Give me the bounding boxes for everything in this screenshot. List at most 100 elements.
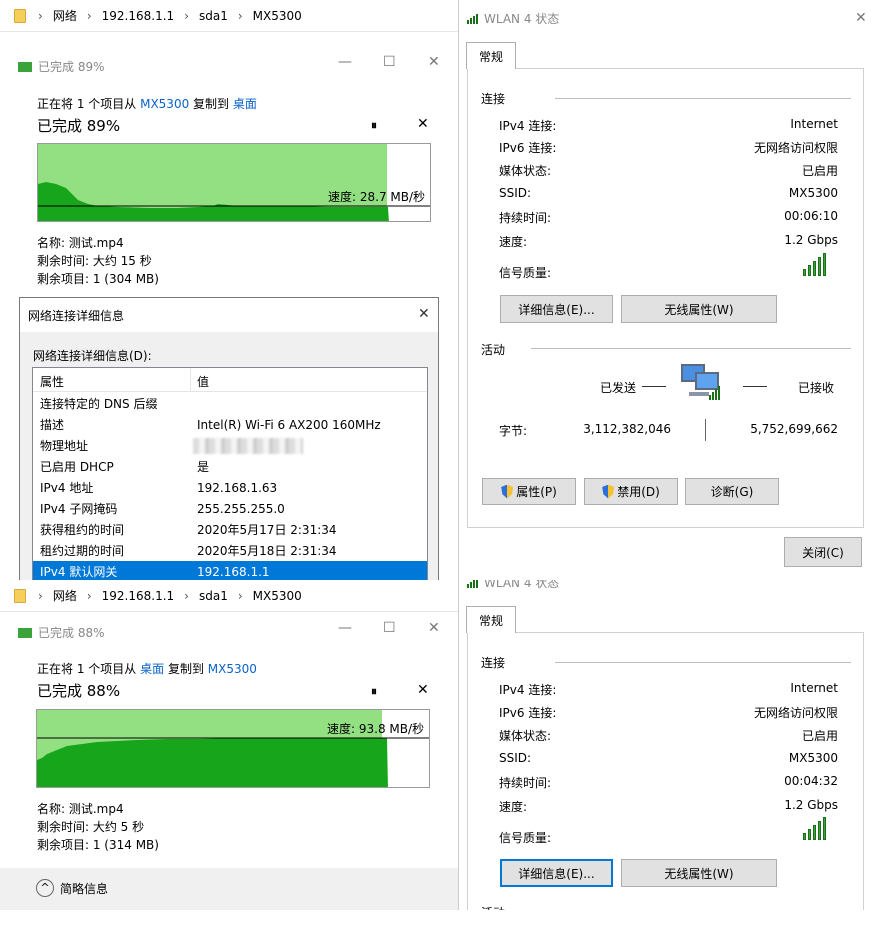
breadcrumb: › 网络 › 192.168.1.1 › sda1 › MX5300 xyxy=(0,0,458,32)
details-dialog: 网络连接详细信息 ✕ 网络连接详细信息(D): 属性 值 连接特定的 DNS 后… xyxy=(19,297,439,580)
details-list-label: 网络连接详细信息(D): xyxy=(33,349,152,363)
group-activity-label: 活动 xyxy=(481,904,505,910)
received-label: 已接收 xyxy=(798,381,835,395)
cancel-button[interactable]: ✕ xyxy=(417,116,429,132)
details-button[interactable]: 详细信息(E)... xyxy=(500,859,613,887)
wireless-properties-button[interactable]: 无线属性(W) xyxy=(621,859,777,887)
ssid-label: SSID: xyxy=(499,751,532,765)
copy-icon xyxy=(18,627,32,638)
list-item[interactable]: IPv4 地址 192.168.1.63 xyxy=(33,477,427,498)
group-connection-label: 连接 xyxy=(481,92,506,106)
source-link[interactable]: MX5300 xyxy=(140,97,189,111)
media-state-value: 已启用 xyxy=(801,164,838,178)
ipv6-label: IPv6 连接: xyxy=(499,141,557,155)
close-button[interactable]: ✕ xyxy=(428,54,440,70)
chevron-right-icon: › xyxy=(184,8,189,23)
column-header-value[interactable]: 值 xyxy=(197,373,209,390)
breadcrumb-item[interactable]: 192.168.1.1 xyxy=(102,589,175,603)
speed-label: 速度: xyxy=(499,235,528,249)
breadcrumb-item[interactable]: 网络 xyxy=(53,7,77,24)
signal-quality-label: 信号质量: xyxy=(499,266,552,280)
chevron-right-icon: › xyxy=(38,588,43,603)
cancel-button[interactable]: ✕ xyxy=(417,682,429,698)
details-list[interactable]: 属性 值 连接特定的 DNS 后缀 描述 Intel(R) Wi-Fi 6 AX2… xyxy=(32,367,428,580)
breadcrumb-item[interactable]: sda1 xyxy=(199,589,228,603)
time-remaining: 剩余时间: 大约 5 秒 xyxy=(37,820,145,834)
media-state-label: 媒体状态: xyxy=(499,164,552,178)
folder-icon xyxy=(14,8,26,23)
bottom-explorer-window: › 网络 › 192.168.1.1 › sda1 › MX5300 已完成 8… xyxy=(0,580,458,910)
file-name: 名称: 测试.mp4 xyxy=(37,802,124,816)
chevron-up-icon: ^ xyxy=(36,879,54,897)
wifi-signal-icon xyxy=(467,580,478,588)
copy-dialog-title: 已完成 89% xyxy=(18,58,105,75)
dialog-footer: ^ 简略信息 xyxy=(0,868,458,910)
properties-button[interactable]: 属性(P) xyxy=(482,478,576,505)
brief-info-toggle[interactable]: ^ 简略信息 xyxy=(36,879,108,897)
bytes-label: 字节: xyxy=(499,424,528,438)
duration-value: 00:04:32 xyxy=(784,774,838,788)
copy-dialog: 已完成 88% — ☐ ✕ 正在将 1 个项目从 桌面 复制到 MX5300 已… xyxy=(0,618,458,910)
pause-button[interactable]: ⏸ xyxy=(371,118,377,133)
list-item[interactable]: 租约过期的时间 2020年5月18日 2:31:34 xyxy=(33,540,427,561)
pause-button[interactable]: ⏸ xyxy=(371,684,377,699)
breadcrumb-item[interactable]: 网络 xyxy=(53,587,77,604)
wireless-properties-button[interactable]: 无线属性(W) xyxy=(621,295,777,323)
speed-label: 速度: xyxy=(499,800,528,814)
chevron-right-icon: › xyxy=(86,588,92,603)
copy-description: 正在将 1 个项目从 MX5300 复制到 桌面 xyxy=(37,97,257,111)
redacted-value xyxy=(193,437,303,454)
list-item-selected[interactable]: IPv4 默认网关 192.168.1.1 xyxy=(33,561,427,580)
top-wlan-window: WLAN 4 状态 ✕ 常规 连接 IPv4 连接: Internet IPv6… xyxy=(458,0,875,580)
maximize-button[interactable]: ☐ xyxy=(383,620,396,636)
close-button[interactable]: ✕ xyxy=(428,620,440,636)
ipv4-label: IPv4 连接: xyxy=(499,683,557,697)
breadcrumb-item[interactable]: 192.168.1.1 xyxy=(102,9,175,23)
minimize-button[interactable]: — xyxy=(338,620,352,636)
wifi-signal-icon xyxy=(467,13,478,24)
list-item[interactable]: IPv4 子网掩码 255.255.255.0 xyxy=(33,498,427,519)
progress-text: 已完成 89% xyxy=(37,117,121,135)
minimize-button[interactable]: — xyxy=(338,54,352,70)
list-item[interactable]: 获得租约的时间 2020年5月17日 2:31:34 xyxy=(33,519,427,540)
bottom-wlan-window: WLAN 4 状态 常规 连接 IPv4 连接: Internet IPv6 连… xyxy=(458,580,875,910)
speed-area xyxy=(37,738,388,787)
diagnose-button[interactable]: 诊断(G) xyxy=(685,478,779,505)
disable-button[interactable]: 禁用(D) xyxy=(584,478,678,505)
chevron-right-icon: › xyxy=(184,588,189,603)
source-link[interactable]: 桌面 xyxy=(140,662,164,676)
destination-link[interactable]: MX5300 xyxy=(208,662,257,676)
details-button[interactable]: 详细信息(E)... xyxy=(500,295,613,323)
breadcrumb-item[interactable]: sda1 xyxy=(199,9,228,23)
signal-quality-icon xyxy=(803,253,826,276)
close-dialog-button[interactable]: 关闭(C) xyxy=(784,537,862,567)
ssid-value: MX5300 xyxy=(788,751,838,765)
network-computers-icon xyxy=(681,362,729,404)
list-item[interactable]: 连接特定的 DNS 后缀 xyxy=(33,393,427,414)
close-button[interactable]: ✕ xyxy=(855,10,867,26)
chevron-right-icon: › xyxy=(237,588,243,603)
destination-link[interactable]: 桌面 xyxy=(233,97,257,111)
breadcrumb-item[interactable]: MX5300 xyxy=(253,9,302,23)
group-connection-label: 连接 xyxy=(481,656,506,670)
tab-general[interactable]: 常规 xyxy=(466,606,517,633)
chevron-right-icon: › xyxy=(38,8,43,23)
ssid-label: SSID: xyxy=(499,186,532,200)
progress-text: 已完成 88% xyxy=(37,682,121,700)
maximize-button[interactable]: ☐ xyxy=(383,54,396,70)
sent-label: 已发送 xyxy=(600,381,637,395)
shield-icon xyxy=(501,484,514,499)
breadcrumb-item[interactable]: MX5300 xyxy=(253,589,302,603)
list-item[interactable]: 描述 Intel(R) Wi-Fi 6 AX200 160MHz xyxy=(33,414,427,435)
tab-general[interactable]: 常规 xyxy=(466,42,517,69)
column-header-property[interactable]: 属性 xyxy=(40,373,64,390)
shield-icon xyxy=(602,484,615,499)
wlan-titlebar: WLAN 4 状态 xyxy=(467,10,559,27)
breadcrumb: › 网络 › 192.168.1.1 › sda1 › MX5300 xyxy=(0,580,458,612)
list-item[interactable]: 物理地址 xyxy=(33,435,427,456)
speed-graph: 速度: 28.7 MB/秒 xyxy=(37,143,431,222)
close-button[interactable]: ✕ xyxy=(418,306,430,322)
group-activity-label: 活动 xyxy=(481,343,506,357)
time-remaining: 剩余时间: 大约 15 秒 xyxy=(37,254,152,268)
list-item[interactable]: 已启用 DHCP 是 xyxy=(33,456,427,477)
